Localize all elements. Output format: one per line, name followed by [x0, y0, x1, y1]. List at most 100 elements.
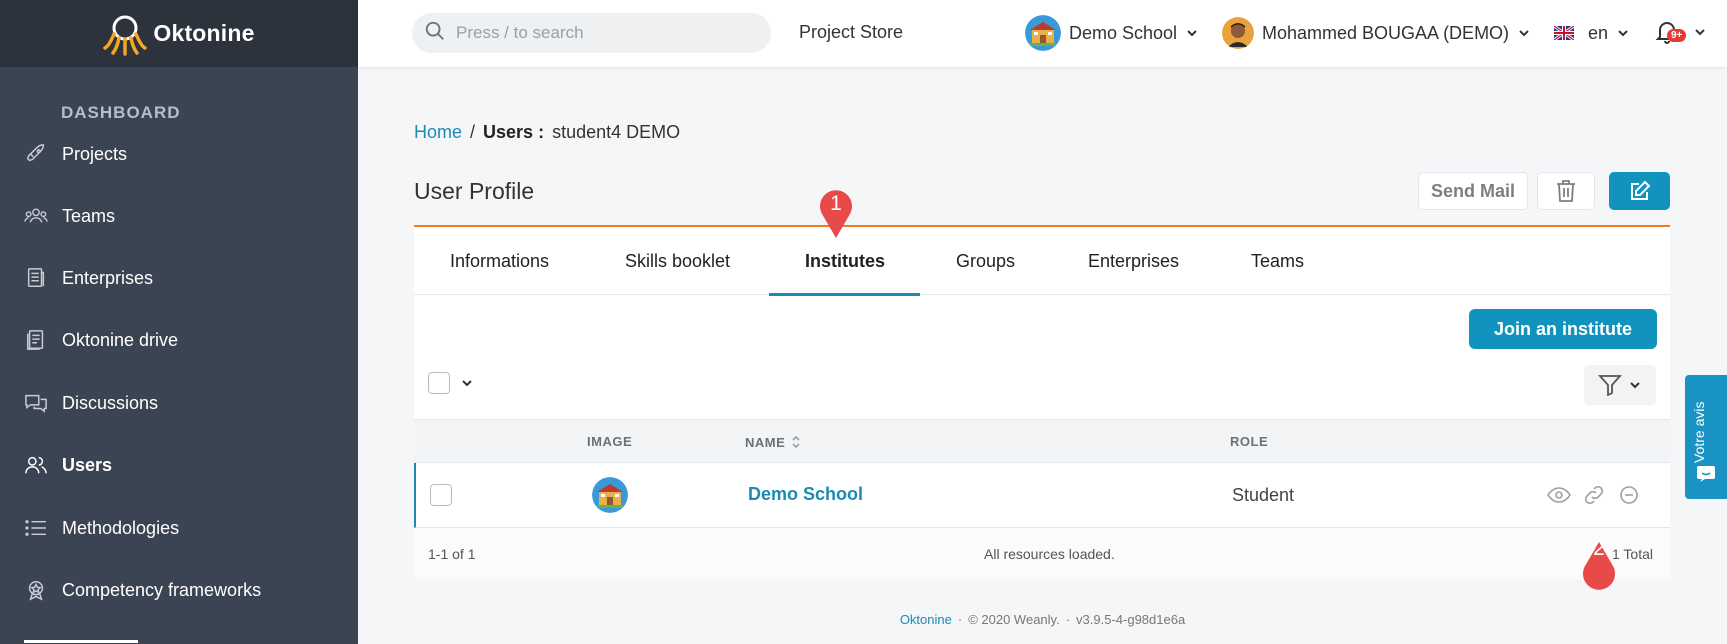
sidebar-item-label: Methodologies [62, 517, 180, 538]
brand-name: Oktonine [153, 20, 255, 46]
tab-informations[interactable]: Informations [450, 251, 549, 272]
sidebar-item-label: Discussions [62, 392, 159, 413]
institute-role: Student [1232, 485, 1295, 505]
notifications-badge: 9+ [1667, 29, 1687, 42]
notifications-button[interactable]: 9+ [1655, 15, 1715, 49]
institute-name-link[interactable]: Demo School [748, 484, 863, 505]
sidebar: Oktonine DASHBOARD Projects Teams Enterp… [0, 0, 358, 644]
edit-icon [1630, 180, 1650, 200]
send-mail-button[interactable]: Send Mail [1418, 172, 1528, 210]
brand-logo[interactable]: Oktonine [0, 0, 358, 67]
drive-icon [24, 328, 48, 352]
user-avatar [1222, 17, 1254, 49]
users-icon [24, 453, 48, 477]
view-icon[interactable] [1547, 483, 1571, 507]
delete-button[interactable] [1537, 172, 1595, 210]
chevron-down-icon [1695, 29, 1705, 36]
tab-institutes[interactable]: Institutes [805, 251, 885, 272]
row-checkbox[interactable] [430, 484, 452, 506]
breadcrumb-current: student4 DEMO [552, 122, 681, 142]
chevron-down-icon [1618, 30, 1628, 37]
language-selector[interactable]: en [1554, 14, 1630, 52]
nav-heading-dashboard: DASHBOARD [61, 103, 181, 122]
sidebar-item-users[interactable]: Users [24, 445, 112, 485]
breadcrumb: Home / Users : student4 DEMO [414, 122, 680, 143]
feedback-tab[interactable]: Votre avis [1685, 375, 1727, 499]
edit-button[interactable] [1609, 172, 1670, 210]
footer-brand-link[interactable]: Oktonine [900, 612, 952, 627]
project-store-link[interactable]: Project Store [799, 22, 903, 43]
select-all-checkbox[interactable] [428, 372, 450, 394]
footer-copyright: © 2020 Weanly. [968, 612, 1060, 627]
topbar: Project Store Demo School Mohammed BOUGA… [358, 0, 1727, 67]
profile-card: Informations Skills booklet Institutes G… [414, 225, 1670, 579]
trash-icon [1557, 180, 1575, 202]
tab-enterprises[interactable]: Enterprises [1088, 251, 1179, 272]
search-box[interactable] [412, 13, 771, 53]
discussion-icon [24, 391, 48, 415]
chevron-down-icon [1630, 382, 1640, 389]
institute-image [592, 477, 628, 513]
sidebar-item-competency-frameworks[interactable]: Competency frameworks [24, 570, 261, 610]
sidebar-item-methodologies[interactable]: Methodologies [24, 508, 179, 548]
footer-version: v3.9.5-4-g98d1e6a [1076, 612, 1186, 627]
search-input[interactable] [456, 23, 746, 43]
load-status: All resources loaded. [984, 546, 1115, 562]
tab-groups[interactable]: Groups [956, 251, 1015, 272]
table-header: IMAGE NAME ROLE [414, 419, 1670, 463]
filter-button[interactable] [1584, 365, 1656, 405]
page-title: User Profile [414, 178, 535, 204]
tab-skills-booklet[interactable]: Skills booklet [625, 251, 730, 272]
column-header-name[interactable]: NAME [745, 434, 801, 450]
sidebar-item-label: Users [62, 454, 113, 475]
chat-icon [1697, 466, 1715, 482]
competency-icon [24, 578, 48, 602]
page-footer: Oktonine · © 2020 Weanly. · v3.9.5-4-g98d1e6… [899, 612, 1186, 627]
marker-number: 1 [830, 192, 842, 215]
marker-number-2: 2 [1593, 537, 1605, 560]
school-name: Demo School [1069, 22, 1178, 43]
column-header-label: NAME [745, 434, 786, 450]
table-row[interactable]: Demo School Student [414, 463, 1670, 528]
school-selector[interactable]: Demo School [1025, 14, 1199, 52]
language-code: en [1588, 22, 1609, 43]
sidebar-item-label: Projects [62, 143, 128, 164]
sidebar-item-teams[interactable]: Teams [24, 196, 115, 236]
link-icon[interactable] [1582, 483, 1606, 507]
enterprise-icon [24, 266, 48, 290]
sidebar-scrollbar[interactable] [24, 640, 138, 643]
select-all-control[interactable] [428, 372, 474, 394]
column-header-image: IMAGE [587, 434, 633, 449]
breadcrumb-users: Users : [483, 122, 545, 142]
profile-tabs: Informations Skills booklet Institutes G… [414, 227, 1670, 296]
chevron-down-icon [1519, 30, 1529, 37]
feedback-label: Votre avis [1691, 401, 1707, 463]
filter-icon [1598, 375, 1622, 396]
sidebar-item-discussions[interactable]: Discussions [24, 383, 158, 423]
chevron-down-icon [1187, 30, 1197, 37]
oktonine-logo-icon [103, 15, 148, 56]
join-institute-button[interactable]: Join an institute [1469, 309, 1657, 349]
sidebar-item-label: Enterprises [62, 267, 154, 288]
breadcrumb-separator: / [470, 122, 476, 142]
chevron-down-icon[interactable] [460, 376, 474, 390]
sort-icon [792, 435, 800, 449]
tab-teams[interactable]: Teams [1251, 251, 1304, 272]
search-icon [424, 20, 446, 47]
sidebar-item-label: Teams [62, 205, 116, 226]
breadcrumb-home[interactable]: Home [414, 122, 462, 143]
sidebar-item-label: Oktonine drive [62, 329, 179, 350]
user-name: Mohammed BOUGAA (DEMO) [1262, 22, 1510, 43]
sidebar-item-oktonine-drive[interactable]: Oktonine drive [24, 320, 178, 360]
table-footer: 1-1 of 1 All resources loaded. 1 Total [414, 528, 1670, 579]
sidebar-item-projects[interactable]: Projects [24, 134, 127, 174]
list-icon [24, 516, 48, 540]
team-icon [24, 204, 48, 228]
sidebar-item-enterprises[interactable]: Enterprises [24, 258, 153, 298]
active-tab-indicator [769, 293, 920, 296]
school-avatar [1025, 15, 1061, 51]
pagination-range: 1-1 of 1 [428, 546, 476, 562]
user-menu[interactable]: Mohammed BOUGAA (DEMO) [1222, 14, 1531, 52]
remove-icon[interactable] [1617, 483, 1641, 507]
annotation-marker-1: 1 [816, 186, 856, 240]
